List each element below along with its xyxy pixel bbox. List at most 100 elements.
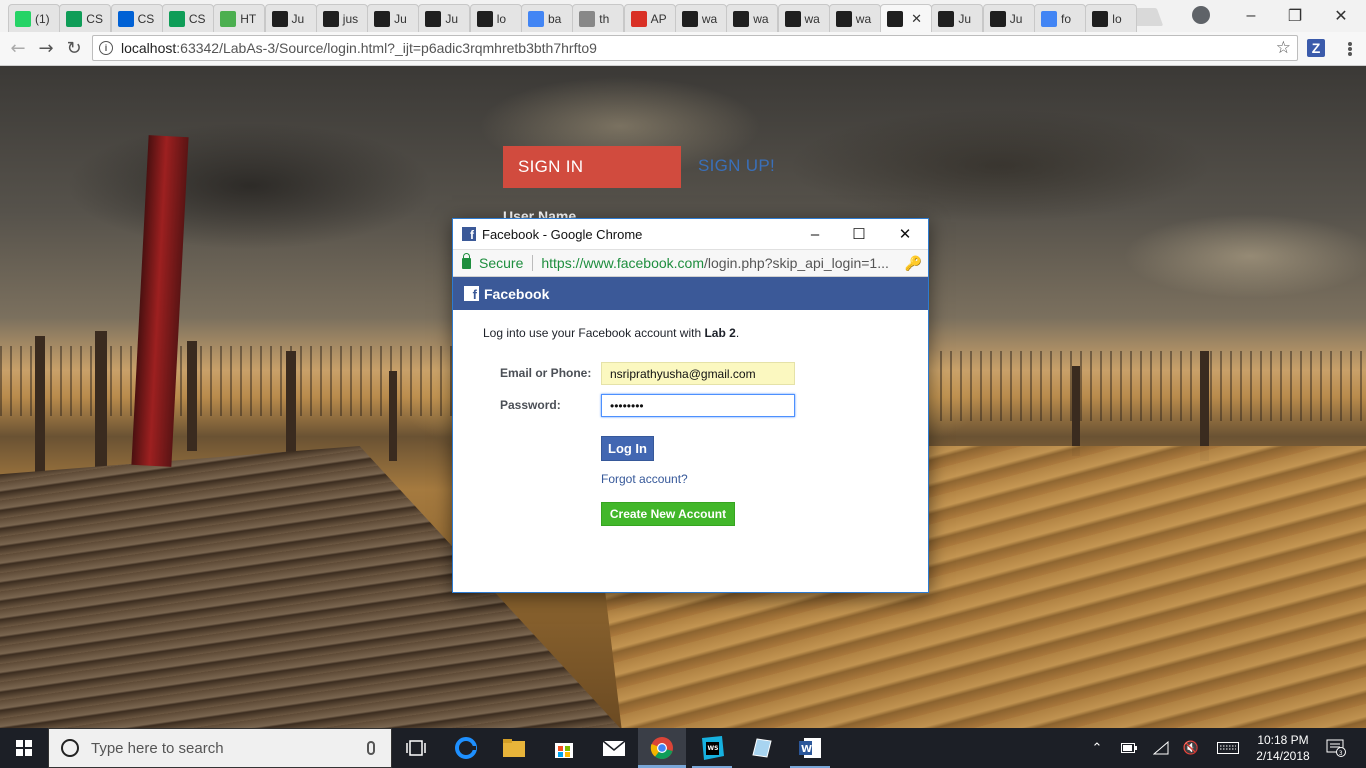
- browser-tab[interactable]: wa: [777, 4, 830, 32]
- browser-tab[interactable]: Ju: [931, 4, 984, 32]
- facebook-icon: f: [462, 227, 476, 241]
- popup-close-icon[interactable]: ✕: [883, 219, 927, 249]
- url-host: localhost: [121, 40, 177, 56]
- back-arrow-icon[interactable]: ←: [6, 36, 30, 60]
- keyboard-icon[interactable]: [1214, 728, 1242, 768]
- browser-tab[interactable]: CS: [110, 4, 163, 32]
- tab-title: Ju: [394, 11, 407, 26]
- browser-tab[interactable]: Ju: [264, 4, 317, 32]
- reload-icon[interactable]: ↻: [62, 36, 86, 60]
- browser-tab[interactable]: wa: [674, 4, 727, 32]
- address-bar[interactable]: i localhost:63342/LabAs-3/Source/login.h…: [92, 35, 1298, 61]
- browser-tab[interactable]: (1): [8, 4, 60, 32]
- password-field[interactable]: [601, 394, 795, 417]
- word-icon[interactable]: W: [786, 728, 834, 768]
- browser-tab-active[interactable]: ✕: [880, 4, 933, 32]
- facebook-logo-icon: f: [464, 286, 479, 301]
- webstorm-icon: [733, 10, 750, 27]
- tab-title: (1): [35, 11, 50, 26]
- box-icon: [117, 10, 134, 27]
- clock-time: 10:18 PM: [1257, 733, 1309, 747]
- bookmark-star-icon[interactable]: ☆: [1276, 38, 1291, 58]
- microphone-icon[interactable]: [367, 741, 375, 755]
- notes-app-icon[interactable]: [738, 728, 786, 768]
- battery-icon[interactable]: [1118, 728, 1140, 768]
- search-placeholder: Type here to search: [91, 739, 224, 757]
- intro-app-name: Lab 2: [704, 326, 736, 340]
- fence-post: [35, 336, 45, 476]
- mail-icon[interactable]: [590, 728, 638, 768]
- popup-address-bar[interactable]: Secure https://www.facebook.com/login.ph…: [453, 249, 928, 277]
- webstorm-icon[interactable]: WS: [688, 728, 736, 768]
- facebook-login-form: Log into use your Facebook account with …: [453, 310, 928, 592]
- tab-title: Ju: [291, 11, 305, 26]
- browser-tab[interactable]: CS: [59, 4, 112, 32]
- browser-tab[interactable]: lo: [469, 4, 522, 32]
- popup-minimize-icon[interactable]: –: [793, 219, 837, 249]
- webstorm-icon: [681, 10, 698, 27]
- browser-tab[interactable]: fo: [1034, 4, 1086, 32]
- webstorm-icon: [322, 10, 339, 27]
- browser-tab[interactable]: AP: [623, 4, 676, 32]
- browser-tab[interactable]: wa: [828, 4, 881, 32]
- browser-tab[interactable]: jus: [315, 4, 368, 32]
- browser-tab[interactable]: HT: [213, 4, 266, 32]
- email-field[interactable]: [601, 362, 795, 385]
- sign-in-tab[interactable]: SIGN IN: [503, 146, 681, 188]
- browser-tab[interactable]: ba: [521, 4, 573, 32]
- info-icon[interactable]: i: [99, 41, 113, 55]
- tab-title: CS: [86, 11, 103, 26]
- address-divider: [532, 255, 534, 271]
- clock-date: 2/14/2018: [1256, 749, 1310, 763]
- extension-z-icon[interactable]: Z: [1307, 39, 1325, 57]
- browser-tab[interactable]: wa: [726, 4, 779, 32]
- profile-icon[interactable]: [1192, 6, 1210, 24]
- webstorm-icon: [476, 10, 493, 27]
- forgot-account-link[interactable]: Forgot account?: [601, 472, 688, 486]
- log-in-button[interactable]: Log In: [601, 436, 654, 461]
- popup-maximize-icon[interactable]: ☐: [837, 219, 881, 249]
- wifi-icon[interactable]: [1150, 728, 1172, 768]
- browser-tab[interactable]: lo: [1085, 4, 1138, 32]
- w3schools-icon: [220, 10, 237, 27]
- popup-titlebar[interactable]: f Facebook - Google Chrome – ☐ ✕: [453, 219, 928, 249]
- create-account-button[interactable]: Create New Account: [601, 502, 735, 526]
- close-window-icon[interactable]: ✕: [1318, 0, 1364, 32]
- browser-tab[interactable]: th: [572, 4, 625, 32]
- minimize-icon[interactable]: –: [1228, 0, 1274, 32]
- browser-tab[interactable]: Ju: [418, 4, 471, 32]
- url-path: :63342/LabAs-3/Source/login.html?_ijt=p6…: [176, 40, 597, 56]
- tab-title: Ju: [445, 11, 459, 26]
- browser-tab[interactable]: Ju: [367, 4, 420, 32]
- tab-title: jus: [342, 11, 359, 26]
- browser-tab[interactable]: CS: [161, 4, 214, 32]
- tab-title: wa: [855, 11, 872, 26]
- google-icon: [528, 10, 544, 27]
- start-button[interactable]: [0, 728, 48, 768]
- store-icon[interactable]: [540, 728, 588, 768]
- chrome-icon[interactable]: [638, 728, 686, 768]
- volume-muted-icon[interactable]: 🔇: [1180, 728, 1202, 768]
- browser-tab[interactable]: Ju: [982, 4, 1035, 32]
- tab-title: lo: [496, 11, 507, 26]
- fence-post: [389, 371, 397, 461]
- browser-menu-icon[interactable]: [1342, 38, 1358, 60]
- taskbar-search-box[interactable]: Type here to search: [48, 728, 392, 768]
- system-clock[interactable]: 10:18 PM 2/14/2018: [1248, 732, 1318, 764]
- show-hidden-icons-chevron-icon[interactable]: ⌃: [1086, 728, 1108, 768]
- webstorm-icon: [425, 10, 442, 27]
- restore-icon[interactable]: ❐: [1272, 0, 1318, 32]
- tab-title: ba: [548, 11, 562, 26]
- close-tab-icon[interactable]: ✕: [911, 11, 922, 27]
- action-center-icon[interactable]: 3: [1322, 728, 1350, 768]
- tab-title: CS: [137, 11, 155, 26]
- file-explorer-icon[interactable]: [490, 728, 538, 768]
- svg-text:WS: WS: [708, 745, 719, 752]
- sign-up-tab[interactable]: SIGN UP!: [698, 156, 775, 176]
- tab-title: wa: [701, 11, 718, 26]
- browser-tabstrip: – ❐ ✕ (1) CS CS CS HT Ju jus Ju Ju lo ba th AP wa wa wa…: [0, 0, 1366, 32]
- forward-arrow-icon[interactable]: →: [34, 36, 58, 60]
- task-view-icon[interactable]: [392, 728, 440, 768]
- edge-icon[interactable]: [442, 728, 490, 768]
- key-icon[interactable]: 🔑: [905, 255, 922, 272]
